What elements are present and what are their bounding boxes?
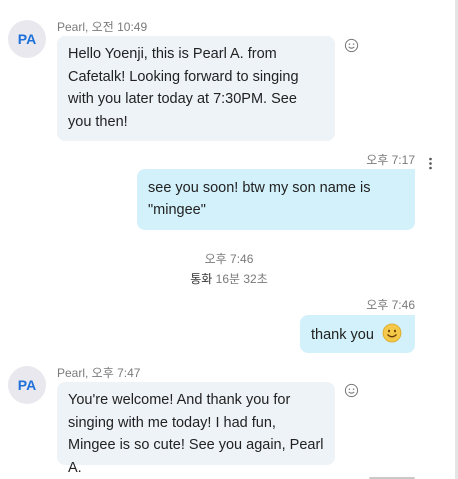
- call-time: 오후 7:46: [204, 252, 254, 266]
- message-text: You're welcome! And thank you for singin…: [68, 392, 324, 476]
- call-label: 통화: [190, 272, 213, 286]
- message-text: Hello Yoenji, this is Pearl A. from Cafe…: [68, 46, 299, 130]
- message-text: see you soon! btw my son name is "mingee…: [148, 180, 371, 218]
- clipped-next-timestamp: [369, 474, 415, 479]
- message-bubble-outgoing[interactable]: see you soon! btw my son name is "mingee…: [137, 169, 415, 230]
- message-time: 오후 7:46: [366, 298, 415, 312]
- message-bubble-incoming[interactable]: Hello Yoenji, this is Pearl A. from Cafe…: [57, 36, 335, 141]
- message-text: thank you: [311, 327, 374, 343]
- avatar[interactable]: PA: [8, 366, 46, 404]
- message-bubble-incoming[interactable]: You're welcome! And thank you for singin…: [57, 382, 335, 476]
- call-record[interactable]: 통화 16분 32초: [0, 270, 458, 287]
- more-options-icon[interactable]: [428, 157, 433, 170]
- avatar[interactable]: PA: [8, 20, 46, 58]
- smiling-face-emoji: [382, 323, 402, 343]
- message-bubble-outgoing[interactable]: thank you: [300, 315, 415, 353]
- add-reaction-icon[interactable]: [344, 38, 359, 53]
- call-duration: 16분 32초: [215, 272, 268, 286]
- message-header: Pearl, 오전 10:49: [57, 20, 148, 34]
- message-time: 오후 7:17: [366, 153, 415, 167]
- add-reaction-icon[interactable]: [344, 383, 359, 398]
- message-header: Pearl, 오후 7:47: [57, 366, 141, 380]
